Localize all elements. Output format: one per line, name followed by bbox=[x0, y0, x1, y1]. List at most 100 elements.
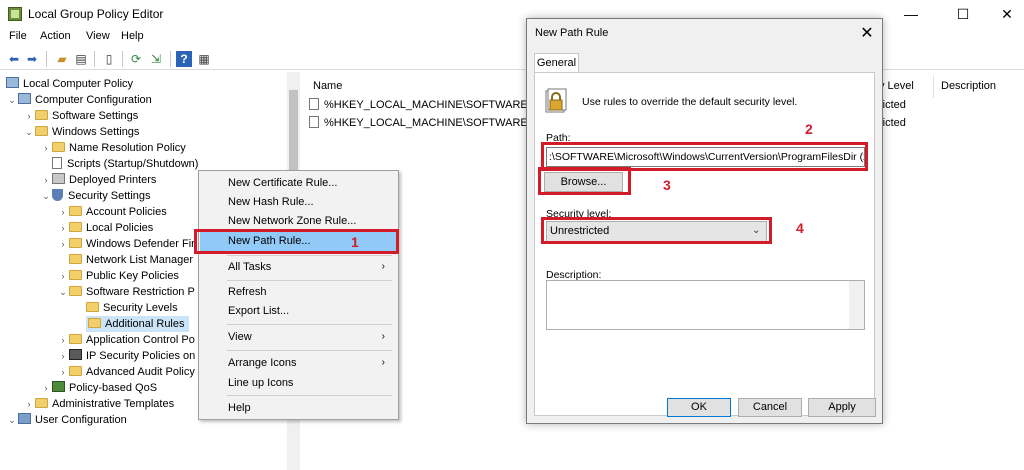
tree-item-software-restriction-policies[interactable]: ⌄ Software Restriction P bbox=[57, 284, 195, 300]
tree-item-windows-settings[interactable]: ⌄ Windows Settings bbox=[23, 124, 139, 140]
ok-button[interactable]: OK bbox=[667, 398, 731, 417]
chevron-right-icon[interactable]: › bbox=[57, 364, 69, 380]
back-arrow-icon[interactable]: ⬅ bbox=[6, 51, 22, 67]
tree-item-scripts[interactable]: Scripts (Startup/Shutdown) bbox=[40, 156, 198, 172]
folder-icon bbox=[52, 142, 65, 152]
menu-item-line-up-icons[interactable]: Line up Icons bbox=[200, 373, 397, 393]
ip-security-icon bbox=[69, 349, 82, 360]
menu-item-all-tasks[interactable]: All Tasks › bbox=[200, 257, 397, 277]
tree-item-name-resolution-policy[interactable]: › Name Resolution Policy bbox=[40, 140, 186, 156]
folder-up-icon[interactable]: ▰ bbox=[54, 51, 70, 67]
chevron-right-icon[interactable]: › bbox=[40, 380, 52, 396]
dialog-close-icon[interactable]: ✕ bbox=[857, 23, 877, 43]
list-item-level: ricted bbox=[879, 99, 906, 111]
chevron-down-icon[interactable]: ⌄ bbox=[57, 284, 69, 300]
tree-item-ip-security-policies[interactable]: › IP Security Policies on bbox=[57, 348, 195, 364]
tree-item-additional-rules[interactable]: Additional Rules bbox=[86, 316, 189, 332]
tree-item-security-settings[interactable]: ⌄ Security Settings bbox=[40, 188, 151, 204]
chevron-right-icon[interactable]: › bbox=[57, 348, 69, 364]
export-list-icon[interactable]: ⇲ bbox=[148, 51, 164, 67]
menu-separator bbox=[227, 324, 392, 325]
chevron-down-icon[interactable]: ⌄ bbox=[6, 92, 18, 108]
maximize-button[interactable]: ☐ bbox=[940, 0, 986, 28]
chevron-right-icon[interactable]: › bbox=[57, 268, 69, 284]
tree-item-public-key-policies[interactable]: › Public Key Policies bbox=[57, 268, 179, 284]
forward-arrow-icon[interactable]: ➡ bbox=[24, 51, 40, 67]
folder-icon bbox=[35, 398, 48, 408]
menu-view[interactable]: View bbox=[86, 30, 110, 42]
tree-item-local-computer-policy[interactable]: Local Computer Policy bbox=[6, 76, 133, 92]
annotation-number-3: 3 bbox=[663, 177, 671, 193]
tree-item-user-configuration[interactable]: ⌄ User Configuration bbox=[6, 412, 127, 428]
chevron-right-icon[interactable]: › bbox=[23, 396, 35, 412]
menu-action[interactable]: Action bbox=[40, 30, 71, 42]
tree-item-application-control-policies[interactable]: › Application Control Po bbox=[57, 332, 195, 348]
chevron-right-icon: › bbox=[381, 331, 385, 342]
tree-item-policy-based-qos[interactable]: › Policy-based QoS bbox=[40, 380, 157, 396]
chevron-down-icon[interactable]: ⌄ bbox=[23, 124, 35, 140]
list-item[interactable]: %HKEY_LOCAL_MACHINE\SOFTWARE\Mic bbox=[309, 98, 548, 111]
printer-icon bbox=[52, 173, 65, 184]
tree-item-computer-configuration[interactable]: ⌄ Computer Configuration bbox=[6, 92, 152, 108]
folder-icon bbox=[69, 366, 82, 376]
view-icon[interactable]: ▦ bbox=[196, 51, 212, 67]
description-scrollbar[interactable] bbox=[849, 281, 864, 329]
folder-icon bbox=[69, 254, 82, 264]
chevron-down-icon[interactable]: ⌄ bbox=[40, 188, 52, 204]
column-header-description[interactable]: Description bbox=[941, 80, 996, 92]
chevron-down-icon[interactable]: ⌄ bbox=[6, 412, 18, 428]
menu-item-export-list[interactable]: Export List... bbox=[200, 301, 397, 321]
chevron-right-icon[interactable]: › bbox=[57, 332, 69, 348]
column-divider[interactable] bbox=[933, 76, 934, 98]
chevron-right-icon[interactable]: › bbox=[40, 140, 52, 156]
tree-item-administrative-templates[interactable]: › Administrative Templates bbox=[23, 396, 174, 412]
chevron-right-icon[interactable]: › bbox=[57, 204, 69, 220]
cancel-button[interactable]: Cancel bbox=[738, 398, 802, 417]
menu-item-new-certificate-rule[interactable]: New Certificate Rule... bbox=[200, 173, 397, 193]
chevron-right-icon: › bbox=[381, 261, 385, 272]
menu-item-view[interactable]: View › bbox=[200, 327, 397, 347]
toolbar-separator bbox=[122, 51, 123, 67]
tree-item-account-policies[interactable]: › Account Policies bbox=[57, 204, 167, 220]
column-header-name[interactable]: Name bbox=[313, 80, 342, 92]
chevron-right-icon[interactable]: › bbox=[57, 220, 69, 236]
description-textarea[interactable] bbox=[546, 280, 865, 330]
tree-item-software-settings[interactable]: › Software Settings bbox=[23, 108, 138, 124]
tree-item-windows-defender-firewall[interactable]: › Windows Defender Fir bbox=[57, 236, 195, 252]
tree-item-local-policies[interactable]: › Local Policies bbox=[57, 220, 153, 236]
dialog-description: Use rules to override the default securi… bbox=[582, 96, 798, 108]
show-hide-tree-icon[interactable]: ▤ bbox=[73, 51, 89, 67]
tree-item-deployed-printers[interactable]: › Deployed Printers bbox=[40, 172, 156, 188]
menu-item-new-hash-rule[interactable]: New Hash Rule... bbox=[200, 192, 397, 212]
menu-help[interactable]: Help bbox=[121, 30, 144, 42]
refresh-icon[interactable]: ⟳ bbox=[128, 51, 144, 67]
context-menu: New Certificate Rule... New Hash Rule...… bbox=[198, 170, 399, 420]
menu-item-new-network-zone-rule[interactable]: New Network Zone Rule... bbox=[200, 211, 397, 231]
menu-item-help[interactable]: Help bbox=[200, 398, 397, 418]
annotation-box-3 bbox=[538, 167, 631, 195]
chevron-right-icon[interactable]: › bbox=[57, 236, 69, 252]
help-icon[interactable]: ? bbox=[176, 51, 192, 67]
tree-item-advanced-audit-policy[interactable]: › Advanced Audit Policy bbox=[57, 364, 195, 380]
column-header-security-level[interactable]: y Level bbox=[879, 80, 914, 92]
properties-icon[interactable]: ▯ bbox=[101, 51, 117, 67]
apply-button[interactable]: Apply bbox=[808, 398, 876, 417]
lock-icon bbox=[545, 88, 567, 113]
computer-policy-icon bbox=[6, 77, 19, 88]
tab-general[interactable]: General bbox=[534, 53, 579, 73]
tree-item-security-levels[interactable]: Security Levels bbox=[74, 300, 178, 316]
menu-file[interactable]: File bbox=[9, 30, 27, 42]
list-item[interactable]: %HKEY_LOCAL_MACHINE\SOFTWARE\Mic bbox=[309, 116, 548, 129]
close-button[interactable]: ✕ bbox=[984, 0, 1024, 28]
folder-icon bbox=[86, 302, 99, 312]
menu-item-arrange-icons[interactable]: Arrange Icons › bbox=[200, 353, 397, 373]
chevron-right-icon: › bbox=[381, 357, 385, 368]
tree-item-network-list-manager[interactable]: Network List Manager bbox=[57, 252, 193, 268]
menu-item-refresh[interactable]: Refresh bbox=[200, 282, 397, 302]
menu-separator bbox=[227, 255, 392, 256]
menu-separator bbox=[227, 350, 392, 351]
minimize-button[interactable]: — bbox=[888, 0, 934, 28]
user-icon bbox=[18, 413, 31, 424]
chevron-right-icon[interactable]: › bbox=[40, 172, 52, 188]
chevron-right-icon[interactable]: › bbox=[23, 108, 35, 124]
